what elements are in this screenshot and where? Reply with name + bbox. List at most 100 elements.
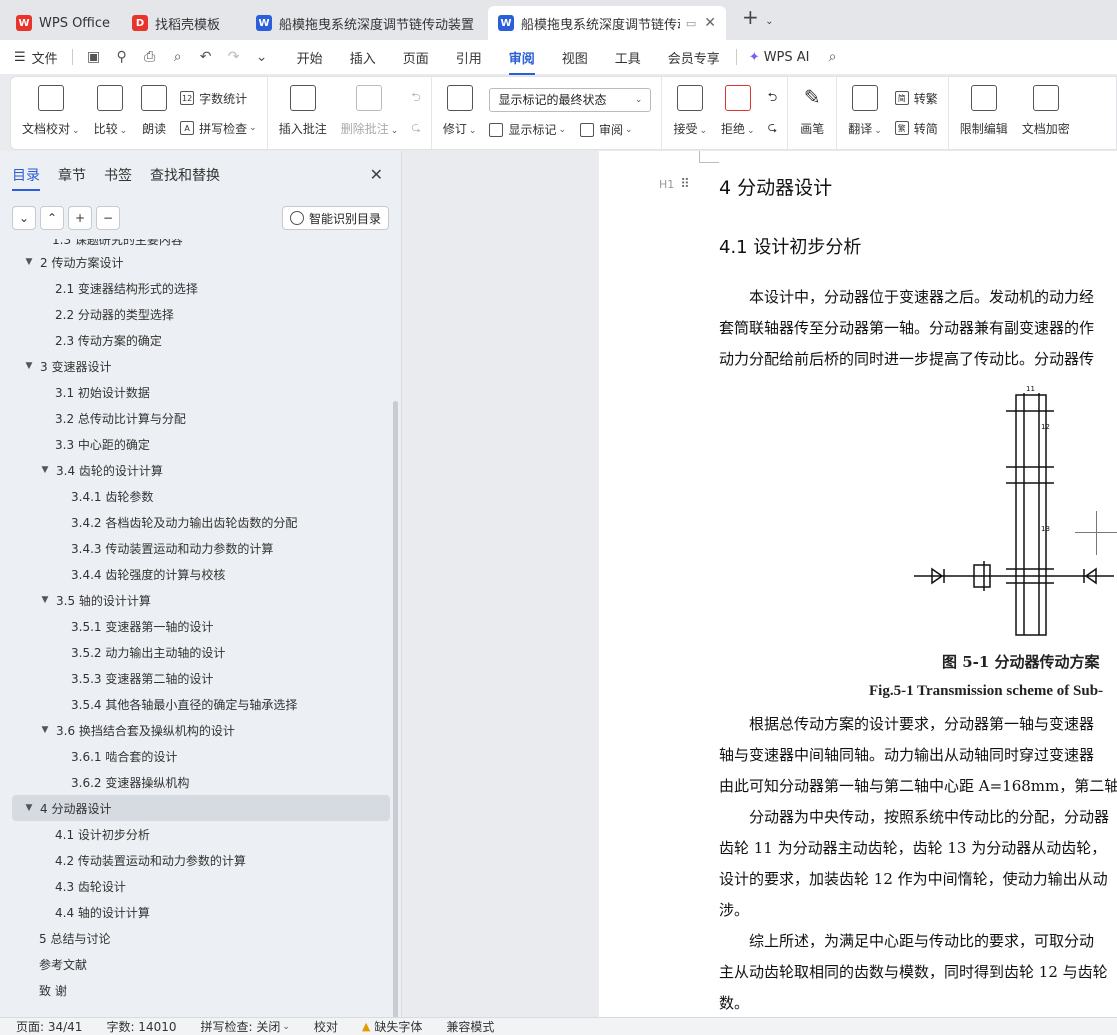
markup-select[interactable]: 显示标记的最终状态 ⌄	[489, 87, 652, 112]
nav-tab-sections[interactable]: 章节	[58, 165, 86, 191]
menu-tab-view[interactable]: 视图	[562, 48, 588, 67]
insert-comment-button[interactable]: 插入批注	[272, 77, 334, 149]
toc-item[interactable]: ▼ 3.6 换挡结合套及操纵机构的设计	[12, 717, 390, 743]
toc-item[interactable]: 3.5.2 动力输出主动轴的设计	[12, 639, 390, 665]
more-icon[interactable]: ⌄	[253, 49, 271, 65]
next-change-icon[interactable]: ⮎	[768, 118, 778, 139]
undo-icon[interactable]: ↶	[197, 49, 215, 65]
tab-document-2[interactable]: W 船模拖曳系统深度调节链传动 ▭ ✕	[488, 6, 726, 40]
expand-triangle-icon[interactable]: ▼	[38, 465, 52, 475]
new-tab-icon[interactable]: + ⌄	[730, 5, 780, 35]
toc-item[interactable]: 1.3 课题研究的主要内容	[12, 239, 390, 249]
toc-item[interactable]: 3.4.1 齿轮参数	[12, 483, 390, 509]
tab-document-1[interactable]: W 船模拖曳系统深度调节链传动装置设计	[246, 6, 484, 40]
delete-comment-button[interactable]: 删除批注 ⌄	[334, 77, 406, 149]
smart-toc-button[interactable]: 智能识别目录	[281, 206, 389, 230]
toc-item[interactable]: 4.4 轴的设计计算	[12, 899, 390, 925]
expand-triangle-icon[interactable]: ▼	[22, 803, 36, 813]
prev-change-icon[interactable]: ⮌	[768, 88, 778, 109]
spell-check-button[interactable]: A 拼写检查 ⌄	[180, 120, 257, 137]
compare-button[interactable]: 比较 ⌄	[87, 77, 135, 149]
chevron-down-icon[interactable]: ⌄	[12, 206, 36, 230]
tab-wps-office[interactable]: W WPS Office	[6, 6, 118, 40]
doc-check-button[interactable]: 文档校对 ⌄	[15, 77, 87, 149]
menu-tab-insert[interactable]: 插入	[350, 48, 376, 67]
expand-triangle-icon[interactable]: ▼	[22, 257, 36, 267]
expand-triangle-icon[interactable]: ▼	[22, 361, 36, 371]
toc-item[interactable]: 3.2 总传动比计算与分配	[12, 405, 390, 431]
toc-item[interactable]: 2.3 传动方案的确定	[12, 327, 390, 353]
wps-ai-button[interactable]: ✦ WPS AI	[749, 50, 810, 65]
menu-tab-page[interactable]: 页面	[403, 48, 429, 67]
pen-button[interactable]: ✎ 画笔	[792, 77, 832, 149]
menu-tab-member[interactable]: 会员专享	[668, 48, 720, 67]
plus-icon[interactable]: +	[68, 206, 92, 230]
toc-item-selected[interactable]: ▼ 4 分动器设计	[12, 795, 390, 821]
menu-tab-review[interactable]: 审阅	[508, 48, 535, 75]
search-icon[interactable]: ⌕	[824, 49, 842, 65]
toc-item[interactable]: 3.5.3 变速器第二轴的设计	[12, 665, 390, 691]
toc-item[interactable]: 参考文献	[12, 951, 390, 977]
toc-item[interactable]: 3.5.1 变速器第一轴的设计	[12, 613, 390, 639]
nav-tab-bookmarks[interactable]: 书签	[104, 165, 132, 191]
toc-item[interactable]: 3.1 初始设计数据	[12, 379, 390, 405]
translate-button[interactable]: 翻译 ⌄	[841, 77, 889, 149]
show-markup-button[interactable]: 显示标记 ⌄	[489, 121, 566, 138]
toc-item[interactable]: 3.5.4 其他各轴最小直径的确定与轴承选择	[12, 691, 390, 717]
doc-encrypt-button[interactable]: 文档加密	[1015, 77, 1077, 149]
expand-triangle-icon[interactable]: ▼	[38, 595, 52, 605]
toc-item[interactable]: ▼ 2 传动方案设计	[12, 249, 390, 275]
toc-item[interactable]: 2.2 分动器的类型选择	[12, 301, 390, 327]
menu-tab-references[interactable]: 引用	[456, 48, 482, 67]
read-aloud-button[interactable]: 朗读	[134, 77, 174, 149]
expand-triangle-icon[interactable]: ▼	[38, 725, 52, 735]
print-icon[interactable]: ⎙	[141, 49, 159, 65]
missing-font-indicator[interactable]: ▲ 缺失字体	[362, 1018, 422, 1035]
toc-item[interactable]: 致 谢	[12, 977, 390, 1003]
menu-tab-tools[interactable]: 工具	[615, 48, 641, 67]
reject-button[interactable]: 拒绝 ⌄	[714, 77, 762, 149]
word-count-button[interactable]: 12 字数统计	[180, 90, 257, 107]
toc-item[interactable]: ▼ 3 变速器设计	[12, 353, 390, 379]
toc-item[interactable]: 5 总结与讨论	[12, 925, 390, 951]
close-icon[interactable]: ✕	[370, 165, 383, 184]
toc-item[interactable]: 4.1 设计初步分析	[12, 821, 390, 847]
toc-item[interactable]: ▼ 3.4 齿轮的设计计算	[12, 457, 390, 483]
toc-item[interactable]: 2.1 变速器结构形式的选择	[12, 275, 390, 301]
print-preview-icon[interactable]: ⌕	[169, 49, 187, 65]
page-indicator[interactable]: 页面: 34/41	[16, 1018, 82, 1035]
toc-item[interactable]: ▼ 3.5 轴的设计计算	[12, 587, 390, 613]
prev-comment-icon[interactable]: ⮌	[411, 88, 421, 109]
toc-item[interactable]: 4.3 齿轮设计	[12, 873, 390, 899]
word-count-indicator[interactable]: 字数: 14010	[106, 1018, 176, 1035]
drag-handle-icon[interactable]: ⠿	[680, 177, 690, 192]
proof-indicator[interactable]: 校对	[314, 1018, 338, 1035]
spell-check-indicator[interactable]: 拼写检查: 关闭 ⌄	[201, 1018, 290, 1035]
monitor-icon[interactable]: ▭	[686, 17, 696, 30]
heading-level-marker[interactable]: H1 ⠿	[659, 177, 690, 192]
toc-item[interactable]: 3.6.2 变速器操纵机构	[12, 769, 390, 795]
menu-tab-home[interactable]: 开始	[297, 48, 323, 67]
toc-item[interactable]: 3.4.2 各档齿轮及动力输出齿轮齿数的分配	[12, 509, 390, 535]
chevron-up-icon[interactable]: ⌃	[40, 206, 64, 230]
revise-button[interactable]: 修订 ⌄	[436, 77, 484, 149]
document-page[interactable]: H1 ⠿ 4 分动器设计 4.1 设计初步分析 本设计中，分动器位于变速器之后。发…	[599, 151, 1117, 1017]
review-pane-button[interactable]: 审阅 ⌄	[580, 121, 633, 138]
to-traditional-button[interactable]: 简转繁	[894, 90, 938, 107]
nav-tab-toc[interactable]: 目录	[12, 165, 40, 191]
minus-icon[interactable]: −	[96, 206, 120, 230]
to-simplified-button[interactable]: 繁转简	[894, 120, 938, 137]
next-comment-icon[interactable]: ⮎	[411, 118, 421, 139]
redo-icon[interactable]: ↷	[225, 49, 243, 65]
tab-docer[interactable]: D 找稻壳模板	[122, 6, 242, 40]
share-icon[interactable]: ⚲	[113, 49, 131, 65]
toc-item[interactable]: 3.4.3 传动装置运动和动力参数的计算	[12, 535, 390, 561]
toc-item[interactable]: 3.3 中心距的确定	[12, 431, 390, 457]
toc-item[interactable]: 4.2 传动装置运动和动力参数的计算	[12, 847, 390, 873]
toc-item[interactable]: 3.6.1 啮合套的设计	[12, 743, 390, 769]
file-menu[interactable]: ☰ 文件	[14, 48, 58, 67]
nav-tab-find-replace[interactable]: 查找和替换	[150, 165, 220, 191]
toc-item[interactable]: 3.4.4 齿轮强度的计算与校核	[12, 561, 390, 587]
toc-scrollbar[interactable]	[393, 401, 398, 1021]
save-icon[interactable]: ▣	[85, 49, 103, 65]
